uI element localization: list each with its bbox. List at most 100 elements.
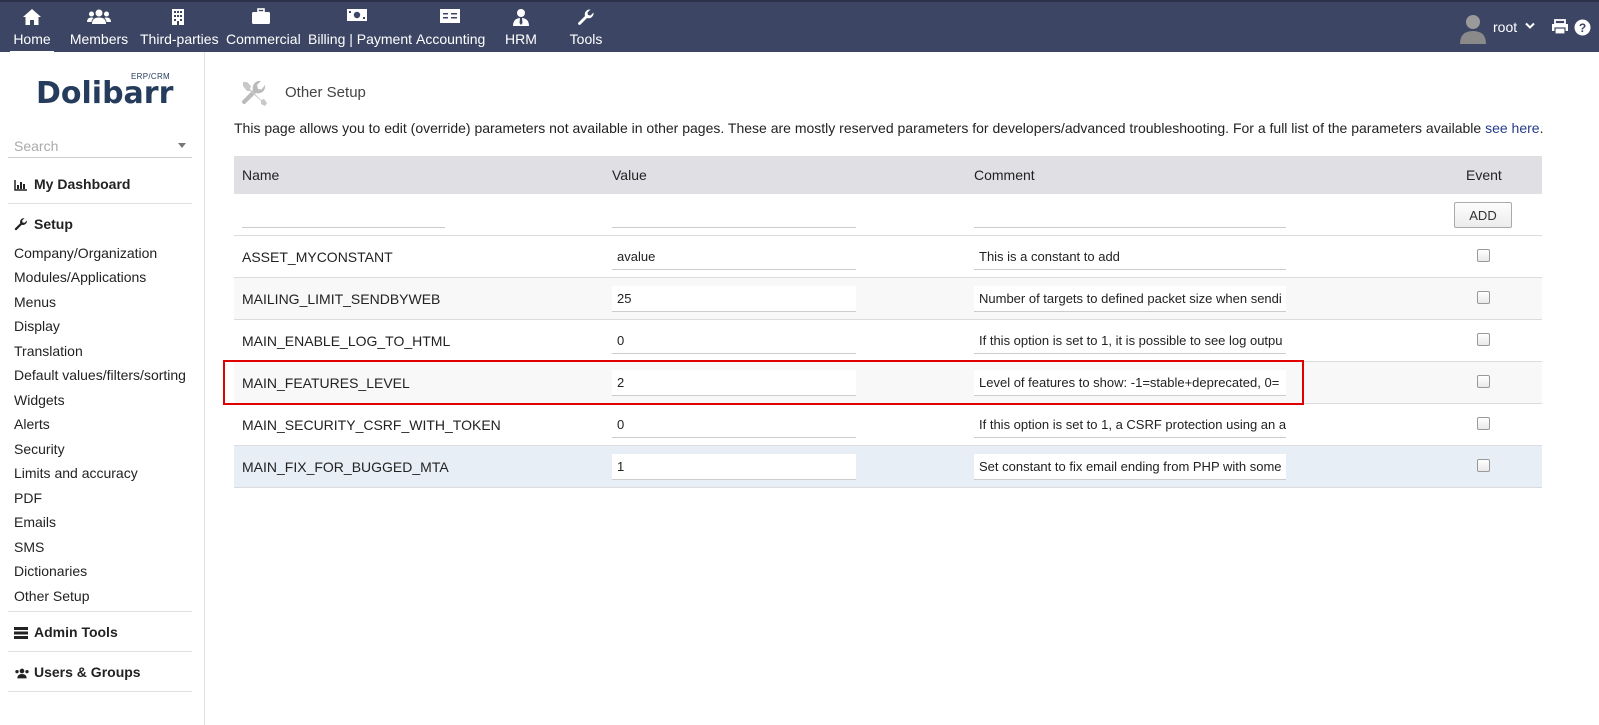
- constant-name: MAILING_LIMIT_SENDBYWEB: [242, 291, 441, 307]
- comment-input[interactable]: [974, 286, 1286, 312]
- nav-third-parties[interactable]: Third-parties: [140, 8, 219, 54]
- search-box[interactable]: [8, 132, 192, 158]
- event-checkbox[interactable]: [1477, 459, 1490, 472]
- chevron-down-icon[interactable]: [178, 143, 186, 148]
- value-input[interactable]: [612, 328, 856, 354]
- event-checkbox[interactable]: [1477, 375, 1490, 388]
- value-input[interactable]: [612, 454, 856, 480]
- value-input[interactable]: [612, 244, 856, 270]
- comment-input[interactable]: [974, 244, 1286, 270]
- column-header-event: Event: [1466, 167, 1502, 183]
- sidebar-item-translation[interactable]: Translation: [14, 343, 83, 359]
- wrench-icon: [14, 217, 28, 234]
- accounting-icon: [416, 8, 484, 30]
- new-name-input[interactable]: [242, 202, 445, 228]
- new-comment-input[interactable]: [974, 202, 1286, 228]
- divider: [8, 611, 192, 612]
- nav-tools[interactable]: Tools: [566, 8, 606, 54]
- constant-name: MAIN_FIX_FOR_BUGGED_MTA: [242, 459, 449, 475]
- briefcase-icon: [226, 8, 296, 30]
- sidebar-item-emails[interactable]: Emails: [14, 514, 56, 530]
- table-row: MAIN_SECURITY_CSRF_WITH_TOKEN: [234, 404, 1542, 446]
- column-header-value: Value: [612, 167, 647, 183]
- table-row: MAILING_LIMIT_SENDBYWEB: [234, 278, 1542, 320]
- avatar: [1460, 15, 1486, 44]
- constant-name: MAIN_FEATURES_LEVEL: [242, 375, 410, 391]
- wrench-icon: [566, 8, 606, 30]
- column-header-comment: Comment: [974, 167, 1035, 183]
- sidebar-item-modules[interactable]: Modules/Applications: [14, 269, 146, 285]
- comment-input[interactable]: [974, 412, 1286, 438]
- nav-home[interactable]: Home: [10, 8, 54, 54]
- sidebar-item-alerts[interactable]: Alerts: [14, 416, 50, 432]
- setup-label: Setup: [34, 216, 73, 232]
- value-input[interactable]: [612, 412, 856, 438]
- sidebar-item-company[interactable]: Company/Organization: [14, 245, 157, 261]
- event-checkbox[interactable]: [1477, 417, 1490, 430]
- constant-name: MAIN_SECURITY_CSRF_WITH_TOKEN: [242, 417, 501, 433]
- nav-billing-payment-label: Billing | Payment: [308, 31, 413, 47]
- sidebar-item-admin-tools[interactable]: Admin Tools: [14, 624, 118, 642]
- sidebar-item-security[interactable]: Security: [14, 441, 65, 457]
- divider: [8, 651, 192, 652]
- table-row: ASSET_MYCONSTANT: [234, 236, 1542, 278]
- column-header-name: Name: [242, 167, 280, 183]
- dolibarr-logo[interactable]: Dolibarr ERP/CRM: [36, 72, 176, 114]
- value-input[interactable]: [612, 286, 856, 312]
- sidebar-item-setup[interactable]: Setup: [14, 216, 73, 234]
- sidebar: Dolibarr ERP/CRM My Dashboard Setup Comp…: [0, 52, 205, 725]
- logo-subtitle: ERP/CRM: [131, 72, 170, 81]
- chevron-down-icon: [1525, 22, 1535, 29]
- search-input[interactable]: [14, 136, 164, 156]
- nav-hrm[interactable]: HRM: [500, 8, 542, 54]
- nav-accounting[interactable]: Accounting: [416, 8, 485, 54]
- nav-billing-payment[interactable]: Billing | Payment: [308, 8, 413, 54]
- print-icon[interactable]: [1551, 19, 1569, 35]
- nav-members-label: Members: [69, 31, 129, 47]
- nav-members[interactable]: Members: [68, 8, 130, 54]
- sidebar-item-dictionaries[interactable]: Dictionaries: [14, 563, 87, 579]
- sidebar-item-default-values[interactable]: Default values/filters/sorting: [14, 367, 186, 383]
- users-groups-label: Users & Groups: [34, 664, 141, 680]
- table-row: MAIN_FIX_FOR_BUGGED_MTA: [234, 446, 1542, 488]
- sidebar-item-other-setup[interactable]: Other Setup: [14, 588, 90, 604]
- constant-name: ASSET_MYCONSTANT: [242, 249, 393, 265]
- logo-text: Dolibarr: [36, 76, 174, 111]
- comment-input[interactable]: [974, 370, 1286, 396]
- constant-name: MAIN_ENABLE_LOG_TO_HTML: [242, 333, 451, 349]
- building-icon: [140, 8, 216, 30]
- page-description-end: .: [1539, 120, 1544, 136]
- home-icon: [10, 8, 54, 30]
- main-content: Other Setup This page allows you to edit…: [206, 52, 1599, 725]
- sidebar-item-sms[interactable]: SMS: [14, 539, 44, 555]
- event-checkbox[interactable]: [1477, 291, 1490, 304]
- sidebar-item-users-groups[interactable]: Users & Groups: [14, 664, 141, 682]
- user-menu[interactable]: root: [1459, 10, 1539, 46]
- event-checkbox[interactable]: [1477, 333, 1490, 346]
- comment-input[interactable]: [974, 328, 1286, 354]
- nav-third-parties-label: Third-parties: [140, 31, 219, 47]
- sidebar-item-display[interactable]: Display: [14, 318, 60, 334]
- sidebar-item-my-dashboard[interactable]: My Dashboard: [14, 176, 130, 194]
- comment-input[interactable]: [974, 454, 1286, 480]
- chart-icon: [14, 178, 28, 194]
- sidebar-item-menus[interactable]: Menus: [14, 294, 56, 310]
- divider: [8, 203, 192, 204]
- page-description-text: This page allows you to edit (override) …: [234, 120, 1486, 136]
- top-navigation-bar: Home Members Third-parties Commercial Bi…: [0, 0, 1599, 54]
- event-checkbox[interactable]: [1477, 249, 1490, 262]
- table-row: MAIN_ENABLE_LOG_TO_HTML: [234, 320, 1542, 362]
- see-here-link[interactable]: see here: [1485, 120, 1539, 136]
- new-constant-row: ADD: [234, 194, 1542, 236]
- help-icon[interactable]: ?: [1574, 19, 1591, 36]
- divider: [8, 691, 192, 692]
- sidebar-item-widgets[interactable]: Widgets: [14, 392, 65, 408]
- new-value-input[interactable]: [612, 202, 856, 228]
- nav-commercial[interactable]: Commercial: [226, 8, 301, 54]
- value-input[interactable]: [612, 370, 856, 396]
- money-icon: [308, 8, 406, 30]
- sidebar-item-pdf[interactable]: PDF: [14, 490, 42, 506]
- add-button[interactable]: ADD: [1454, 202, 1512, 228]
- table-header: Name Value Comment Event: [234, 156, 1542, 194]
- sidebar-item-limits[interactable]: Limits and accuracy: [14, 465, 138, 481]
